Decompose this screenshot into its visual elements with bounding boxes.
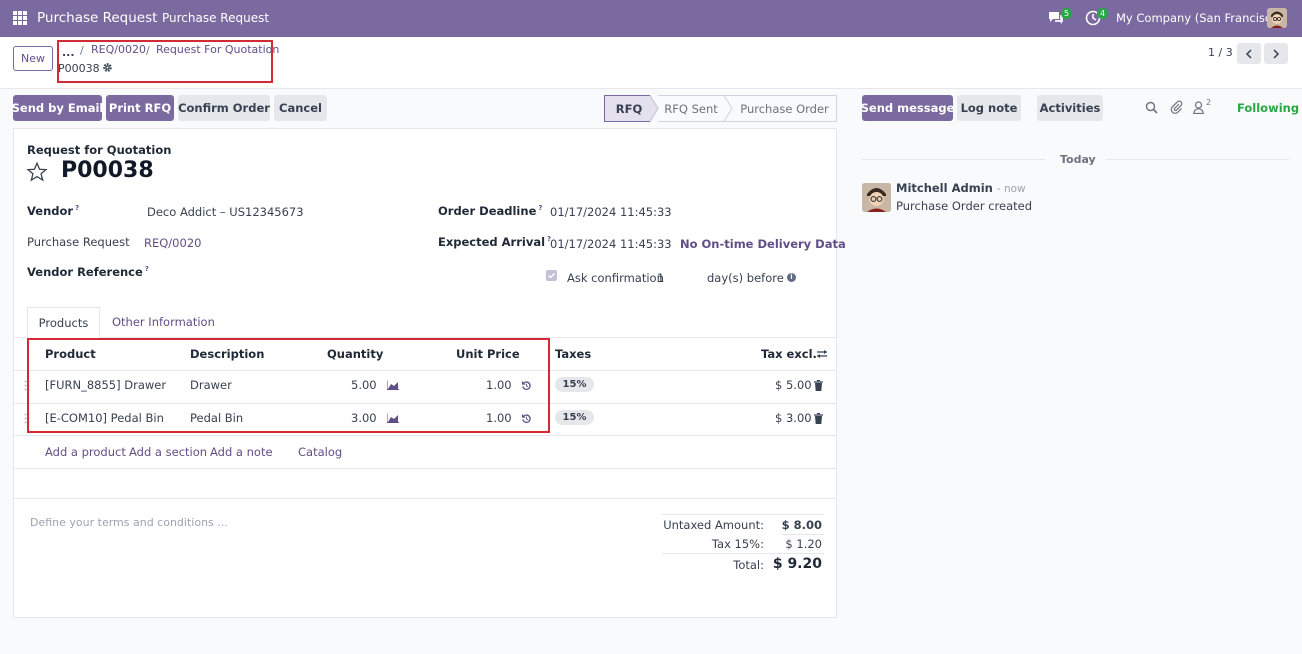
company-switcher[interactable]: My Company (San Francisco) — [1116, 11, 1283, 25]
message-author[interactable]: Mitchell Admin - now — [896, 181, 1026, 195]
tab-other-information[interactable]: Other Information — [112, 315, 215, 329]
chevron-left-icon — [1245, 48, 1252, 59]
breadcrumb-more[interactable]: ... — [62, 46, 75, 59]
table-highlight-box — [27, 338, 550, 433]
vendor-field[interactable]: Deco Addict – US12345673 — [147, 205, 304, 219]
tab-products[interactable]: Products — [27, 307, 100, 338]
cancel-button[interactable]: Cancel — [274, 95, 327, 121]
add-note-link[interactable]: Add a note — [210, 445, 273, 459]
form-subtitle: Request for Quotation — [27, 143, 172, 157]
stage-rfq[interactable]: RFQ — [604, 95, 654, 122]
record-title: P00038 — [61, 158, 154, 183]
breadcrumb-current: P00038 — [58, 62, 100, 75]
totals-top-divider — [662, 514, 824, 515]
trash-icon[interactable] — [814, 380, 823, 391]
user-avatar[interactable] — [1267, 8, 1287, 28]
author-avatar[interactable] — [862, 183, 891, 212]
chevron-right-icon — [1273, 48, 1280, 59]
search-icon[interactable] — [1145, 101, 1158, 114]
tax-label: Tax 15%: — [711, 537, 764, 551]
ask-confirmation-label: Ask confirmation — [567, 271, 664, 285]
pager-previous-button[interactable] — [1237, 43, 1261, 64]
message-time: - now — [996, 183, 1026, 195]
star-icon[interactable] — [26, 161, 48, 183]
order-deadline-field[interactable]: 01/17/2024 11:45:33 — [550, 205, 672, 219]
purchase-request-link[interactable]: REQ/0020 — [144, 236, 201, 250]
messages-count-badge: 5 — [1061, 8, 1073, 19]
gear-icon[interactable] — [102, 62, 113, 73]
table-row-divider — [14, 435, 836, 436]
trash-icon[interactable] — [814, 413, 823, 424]
send-message-button[interactable]: Send message — [861, 95, 954, 121]
tax-badge[interactable]: 15% — [555, 410, 594, 425]
info-icon[interactable]: i — [787, 273, 796, 282]
table-footer-divider — [14, 498, 836, 499]
menu-purchase-request[interactable]: Purchase Request — [162, 11, 269, 25]
print-rfq-button[interactable]: Print RFQ — [106, 95, 174, 121]
followers-count: 2 — [1206, 98, 1212, 107]
breadcrumb-separator: / — [80, 44, 84, 57]
status-bar: RFQ RFQ Sent Purchase Order — [604, 95, 837, 122]
top-navbar: Purchase Request Purchase Request 5 4 My… — [0, 0, 1302, 37]
column-header-tax-excl[interactable]: Tax excl. — [761, 347, 817, 361]
column-header-taxes[interactable]: Taxes — [555, 347, 591, 361]
app-title[interactable]: Purchase Request — [37, 10, 157, 26]
tax-value: $ 1.20 — [785, 537, 822, 551]
expected-arrival-field[interactable]: 01/17/2024 11:45:33 — [550, 237, 672, 251]
send-by-email-button[interactable]: Send by Email — [12, 95, 103, 121]
following-button[interactable]: Following — [1237, 101, 1299, 115]
purchase-request-label: Purchase Request — [27, 235, 130, 249]
check-icon — [548, 273, 555, 279]
vendor-label: Vendor? — [27, 204, 80, 218]
control-panel: New ... / REQ/0020 / Request For Quotati… — [0, 37, 1302, 89]
optional-columns-icon[interactable] — [816, 349, 828, 359]
pager-value[interactable]: 1 / 3 — [1208, 46, 1233, 59]
add-section-link[interactable]: Add a section — [129, 445, 207, 459]
new-button[interactable]: New — [13, 46, 53, 71]
confirm-order-button[interactable]: Confirm Order — [178, 95, 270, 121]
vendor-reference-label: Vendor Reference? — [27, 265, 149, 279]
terms-conditions-field[interactable]: Define your terms and conditions ... — [30, 516, 228, 529]
stage-rfq-sent[interactable]: RFQ Sent — [658, 95, 724, 122]
activities-button[interactable]: Activities — [1037, 95, 1103, 121]
paperclip-icon[interactable] — [1170, 100, 1183, 114]
breadcrumb-rfq-link[interactable]: Request For Quotation — [156, 43, 279, 56]
totals-divider — [782, 534, 824, 535]
days-before-label: day(s) before — [707, 271, 784, 285]
total-label: Total: — [733, 558, 764, 572]
tax-badge[interactable]: 15% — [555, 377, 594, 392]
stage-purchase-order[interactable]: Purchase Order — [732, 95, 837, 122]
log-note-button[interactable]: Log note — [957, 95, 1021, 121]
date-divider — [1106, 159, 1289, 160]
catalog-link[interactable]: Catalog — [298, 445, 342, 459]
breadcrumb-req-link[interactable]: REQ/0020 — [91, 43, 146, 56]
order-deadline-label: Order Deadline? — [438, 204, 543, 218]
table-row-subtotal: $ 5.00 — [775, 378, 812, 392]
apps-menu-icon[interactable] — [13, 11, 27, 25]
pager-next-button[interactable] — [1264, 43, 1288, 64]
ask-confirmation-checkbox[interactable] — [546, 270, 557, 281]
message-body: Purchase Order created — [896, 199, 1033, 213]
date-divider — [862, 159, 1045, 160]
total-value: $ 9.20 — [772, 556, 822, 572]
add-product-link[interactable]: Add a product — [45, 445, 126, 459]
table-row-subtotal: $ 3.00 — [775, 411, 812, 425]
date-separator-today: Today — [1060, 153, 1096, 166]
on-time-delivery-link[interactable]: No On-time Delivery Data — [680, 237, 846, 251]
table-footer-divider — [14, 468, 836, 469]
untaxed-amount-value: $ 8.00 — [781, 518, 822, 532]
untaxed-amount-label: Untaxed Amount: — [663, 518, 764, 532]
followers-icon[interactable] — [1193, 101, 1204, 114]
breadcrumb-separator: / — [146, 44, 150, 57]
expected-arrival-label: Expected Arrival? — [438, 235, 552, 249]
totals-divider — [662, 553, 824, 554]
activity-count-badge: 4 — [1097, 8, 1109, 19]
ask-confirmation-days-field[interactable]: 1 — [657, 271, 664, 285]
